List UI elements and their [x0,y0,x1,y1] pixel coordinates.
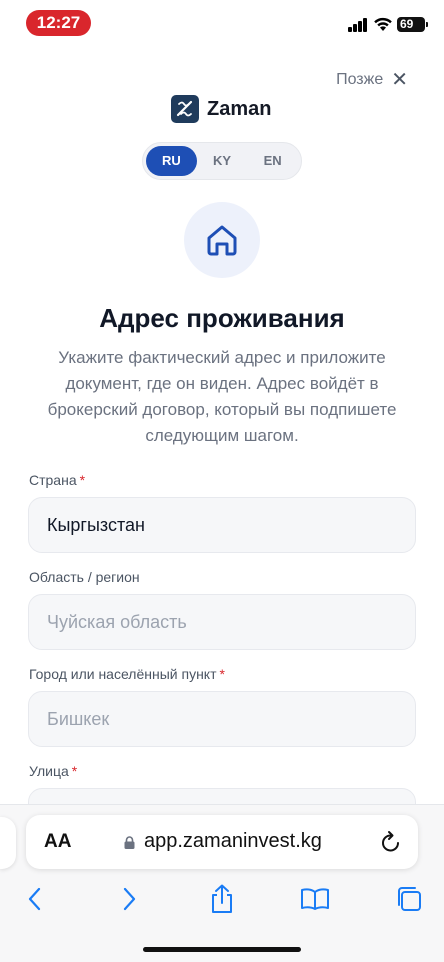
cellular-signal-icon [348,18,368,32]
language-option-ky[interactable]: KY [197,146,248,176]
required-marker: * [219,666,225,682]
text-size-button[interactable]: AA [44,831,71,853]
street-label-text: Улица [29,763,69,779]
language-switcher: RU KY EN [142,142,302,180]
country-field[interactable]: Кыргызстан [28,497,416,553]
brand-logo: Zaman [171,95,271,123]
city-field[interactable]: Бишкек [28,691,416,747]
browser-bottom-bar: AA app.zamaninvest.kg [0,804,444,962]
page-description: Укажите фактический адрес и приложите до… [47,348,397,445]
status-bar: 12:27 69 [0,0,444,46]
bookmarks-button[interactable] [295,879,335,919]
home-indicator [143,947,301,952]
book-icon [301,888,329,910]
zaman-logo-icon [171,95,199,123]
battery-indicator: 69 [397,17,428,32]
browser-toolbar [0,879,444,923]
city-label-text: Город или населённый пункт [29,666,217,682]
required-marker: * [79,472,86,488]
country-label: Страна * [29,472,85,488]
region-label: Область / регион [29,569,140,585]
address-bar[interactable]: AA app.zamaninvest.kg [26,815,418,869]
lock-icon [124,836,135,849]
later-label: Позже [336,71,384,88]
home-icon-badge [184,202,260,278]
share-button[interactable] [202,879,242,919]
language-option-ru[interactable]: RU [146,146,197,176]
tabs-button[interactable] [389,879,429,919]
chevron-left-icon [28,887,41,911]
later-button[interactable]: Позже ✕ [336,70,408,90]
share-icon [212,884,232,913]
home-icon [207,225,237,256]
brand-name: Zaman [207,97,272,120]
url-text: app.zamaninvest.kg [144,830,322,852]
wifi-icon [374,17,392,31]
reload-icon[interactable] [380,830,402,854]
region-field[interactable]: Чуйская область [28,594,416,650]
country-label-text: Страна [29,472,77,488]
tabs-icon [398,887,421,911]
language-option-en[interactable]: EN [247,146,298,176]
chevron-right-icon [123,887,136,911]
street-label: Улица * [29,763,77,779]
page-title: Адрес проживания [99,303,345,333]
close-icon[interactable]: ✕ [391,70,408,90]
back-button[interactable] [14,879,54,919]
forward-button[interactable] [110,879,150,919]
required-marker: * [71,763,78,779]
status-time: 12:27 [26,10,91,36]
previous-tab-edge[interactable] [0,817,16,869]
city-label: Город или населённый пункт * [29,666,225,682]
